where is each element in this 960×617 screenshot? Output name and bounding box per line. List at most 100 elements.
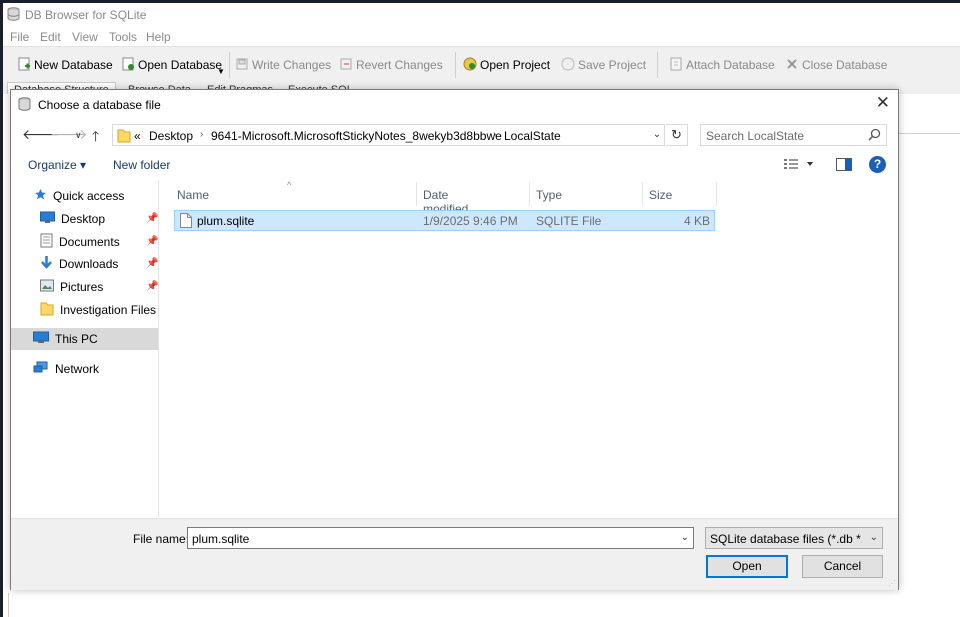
open-database-label: Open Database [138, 58, 223, 72]
file-size: 4 KB [683, 214, 710, 228]
write-changes-button[interactable]: Write Changes [235, 56, 331, 74]
database-icon [18, 97, 31, 114]
nav-label: Downloads [59, 257, 119, 271]
open-database-button[interactable]: Open Database [121, 56, 222, 74]
nav-this-pc[interactable]: This PC [11, 328, 158, 350]
forward-arrow-icon[interactable]: 🡒 [50, 126, 88, 143]
search-box[interactable]: Search LocalState [700, 124, 887, 146]
new-database-button[interactable]: New Database [17, 56, 113, 74]
menu-tools[interactable]: Tools [109, 30, 137, 44]
column-divider[interactable] [716, 182, 717, 206]
cancel-button[interactable]: Cancel [802, 555, 883, 578]
change-view-icon[interactable] [783, 157, 817, 174]
new-folder-button[interactable]: New folder [113, 158, 170, 172]
save-project-icon [561, 57, 575, 74]
breadcrumb-stickynotes[interactable]: 9641-Microsoft.MicrosoftStickyNotes_8wek… [211, 129, 502, 143]
column-divider[interactable] [416, 182, 417, 206]
file-date: 1/9/2025 9:46 PM [423, 214, 518, 228]
menu-file[interactable]: File [10, 30, 29, 44]
desktop-icon [40, 211, 55, 227]
pin-icon[interactable]: 📌 [146, 281, 158, 292]
revert-changes-button[interactable]: Revert Changes [339, 56, 443, 74]
recent-locations-chevron-icon[interactable]: ∨ [75, 130, 82, 141]
search-placeholder: Search LocalState [706, 129, 805, 143]
nav-label: Investigation Files [60, 303, 157, 317]
column-type-label: Type [536, 188, 563, 202]
pin-icon[interactable]: 📌 [146, 213, 158, 224]
file-name-value: plum.sqlite [192, 532, 250, 546]
close-database-icon [785, 57, 799, 74]
open-project-button[interactable]: Open Project [463, 56, 550, 74]
save-project-label: Save Project [578, 58, 647, 72]
menu-bar: File Edit View Tools Help [3, 26, 960, 46]
navigation-row: 🡐 🡒 ∨ 🡑 « Desktop › 9641-Microsoft.Micro… [11, 122, 898, 148]
file-type: SQLITE File [536, 214, 602, 228]
pin-icon[interactable]: 📌 [146, 236, 158, 247]
nav-quick-access[interactable]: Quick access [34, 185, 124, 207]
nav-network[interactable]: Network [33, 358, 99, 380]
nav-investigation-files[interactable]: Investigation Files [40, 299, 156, 321]
nav-desktop[interactable]: Desktop [40, 208, 105, 230]
help-icon[interactable]: ? [869, 156, 886, 173]
new-database-label: New Database [34, 58, 113, 72]
nav-downloads[interactable]: Downloads [40, 253, 118, 275]
table-row[interactable]: plum.sqlite 1/9/2025 9:46 PM SQLITE File… [174, 210, 715, 231]
folder-icon [117, 127, 131, 146]
menu-edit[interactable]: Edit [40, 30, 61, 44]
open-project-label: Open Project [480, 58, 551, 72]
open-project-icon [463, 57, 477, 74]
attach-database-label: Attach Database [686, 58, 775, 72]
open-button[interactable]: Open [706, 555, 788, 578]
chevron-down-icon[interactable]: ⌄ [681, 532, 689, 543]
up-arrow-icon[interactable]: 🡑 [92, 126, 99, 150]
main-toolbar: New Database Open Database ▼ Write Chang… [3, 46, 960, 82]
refresh-icon[interactable]: ↻ [666, 124, 688, 146]
nav-label: Quick access [53, 189, 125, 203]
menu-help[interactable]: Help [146, 30, 171, 44]
open-file-dialog: Choose a database file ✕ 🡐 🡒 ∨ 🡑 « Deskt… [10, 89, 899, 590]
open-database-dropdown-icon[interactable]: ▼ [217, 67, 225, 76]
close-database-label: Close Database [802, 58, 888, 72]
file-type-value: SQLite database files (*.db *.sqlite *.s… [710, 532, 862, 546]
file-name: plum.sqlite [197, 214, 255, 228]
sort-ascending-icon: ^ [287, 180, 292, 190]
nav-documents[interactable]: Documents [40, 231, 120, 253]
computer-icon [33, 331, 49, 347]
address-overflow[interactable]: « [134, 129, 141, 143]
address-dropdown-icon[interactable]: ⌄ [649, 124, 665, 146]
nav-label: Pictures [60, 280, 104, 294]
close-database-button[interactable]: Close Database [785, 56, 887, 74]
database-icon [7, 7, 20, 24]
command-bar: Organize ▾ New folder ? [11, 152, 898, 178]
column-name-label: Name [177, 188, 210, 202]
new-database-icon [17, 57, 31, 74]
network-icon [33, 361, 49, 377]
chevron-right-icon[interactable]: › [493, 129, 496, 140]
attach-database-button[interactable]: Attach Database [669, 56, 775, 74]
column-divider[interactable] [529, 182, 530, 206]
file-type-select[interactable]: SQLite database files (*.db *.sqlite *.s… [705, 527, 883, 549]
organize-button[interactable]: Organize ▾ [28, 158, 86, 172]
nav-pictures[interactable]: Pictures [40, 276, 103, 298]
nav-label: Documents [59, 235, 120, 249]
resize-grip-icon[interactable]: ⋰ [888, 579, 896, 588]
search-icon [868, 128, 881, 144]
download-arrow-icon [40, 255, 53, 273]
menu-view[interactable]: View [72, 30, 98, 44]
address-bar[interactable]: « Desktop › 9641-Microsoft.MicrosoftStic… [112, 124, 665, 146]
column-divider[interactable] [642, 182, 643, 206]
file-name-field[interactable]: plum.sqlite ⌄ [187, 527, 694, 549]
chevron-down-icon[interactable]: ⌄ [870, 532, 878, 543]
file-icon [180, 213, 192, 231]
preview-pane-icon[interactable] [836, 158, 852, 174]
folder-icon [40, 301, 54, 319]
chevron-right-icon[interactable]: › [200, 129, 203, 140]
pin-icon[interactable]: 📌 [146, 258, 158, 269]
file-name-label: File name: [133, 532, 190, 546]
close-icon[interactable]: ✕ [876, 94, 890, 112]
star-icon [34, 188, 47, 204]
breadcrumb-desktop[interactable]: Desktop [149, 129, 193, 143]
write-changes-icon [235, 57, 249, 74]
save-project-button[interactable]: Save Project [561, 56, 646, 74]
breadcrumb-localstate[interactable]: LocalState [504, 129, 561, 143]
